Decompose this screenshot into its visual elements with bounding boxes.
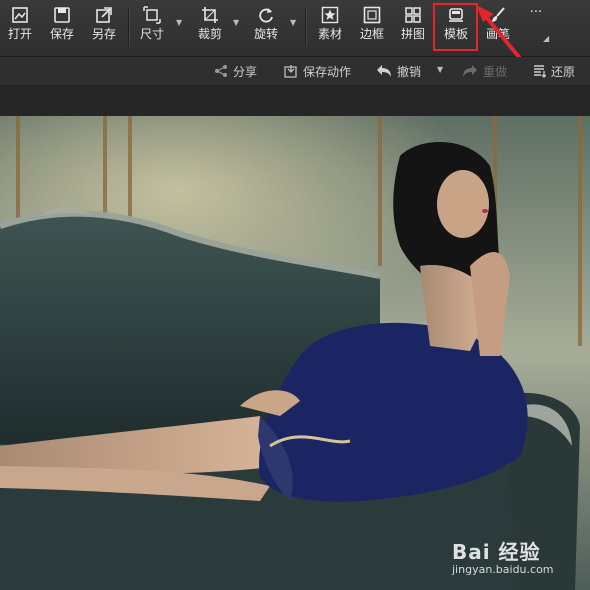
material-button[interactable]: 素材 <box>314 4 346 48</box>
undo-button[interactable]: 撤销 <box>376 62 421 80</box>
save-action-label: 保存动作 <box>303 64 352 79</box>
save-icon <box>54 7 70 23</box>
undo-label: 撤销 <box>397 64 422 79</box>
star-icon <box>321 6 339 24</box>
save-label: 保存 <box>49 27 74 41</box>
save-as-label: 另存 <box>91 27 116 41</box>
restore-button[interactable]: 还原 <box>532 62 575 80</box>
size-button[interactable]: 尺寸 <box>136 4 168 48</box>
frame-icon <box>363 6 381 24</box>
canvas-margin <box>0 86 590 116</box>
undo-icon <box>377 65 391 77</box>
size-dropdown-icon[interactable]: ▼ <box>176 18 182 27</box>
toolbar-separator <box>305 8 307 46</box>
open-button[interactable]: 打开 <box>4 4 36 48</box>
rotate-dropdown-icon[interactable]: ▼ <box>290 18 296 27</box>
action-bar: 分享 保存动作 撤销 ▼ 重做 还原 <box>0 57 590 86</box>
watermark-url: jingyan.baidu.com <box>452 563 554 576</box>
border-label: 边框 <box>359 27 384 41</box>
collage-button[interactable]: 拼图 <box>397 4 429 48</box>
crop-button[interactable]: 裁剪 <box>194 4 226 48</box>
save-button[interactable]: 保存 <box>46 4 78 48</box>
share-button[interactable]: 分享 <box>214 62 257 80</box>
save-as-icon <box>96 7 112 23</box>
rotate-icon <box>259 8 273 23</box>
rotate-button[interactable]: 旋转 <box>250 4 282 48</box>
redo-label: 重做 <box>483 64 508 79</box>
redo-button[interactable]: 重做 <box>462 62 507 80</box>
collage-label: 拼图 <box>400 27 425 41</box>
size-label: 尺寸 <box>139 27 164 41</box>
photo-canvas <box>0 116 590 590</box>
undo-dropdown-icon[interactable]: ▼ <box>437 65 443 74</box>
save-action-icon <box>284 65 297 78</box>
open-label: 打开 <box>7 27 32 41</box>
border-button[interactable]: 边框 <box>356 4 388 48</box>
restore-label: 还原 <box>551 64 576 79</box>
share-icon <box>215 65 227 77</box>
save-action-button[interactable]: 保存动作 <box>284 62 351 80</box>
crop-label: 裁剪 <box>197 27 222 41</box>
material-label: 素材 <box>317 27 342 41</box>
restore-icon <box>534 65 546 78</box>
resize-icon <box>143 6 161 24</box>
grid-icon <box>405 7 421 23</box>
watermark-brand: Bai 经验 <box>452 540 541 564</box>
open-icon <box>12 7 28 23</box>
crop-dropdown-icon[interactable]: ▼ <box>233 18 239 27</box>
crop-icon <box>202 7 218 23</box>
toolbar-separator <box>128 8 130 46</box>
baidu-watermark: Bai 经验 jingyan.baidu.com <box>452 536 554 576</box>
rotate-label: 旋转 <box>253 27 278 41</box>
share-label: 分享 <box>233 64 258 79</box>
redo-icon <box>463 65 477 77</box>
save-as-button[interactable]: 另存 <box>88 4 120 48</box>
